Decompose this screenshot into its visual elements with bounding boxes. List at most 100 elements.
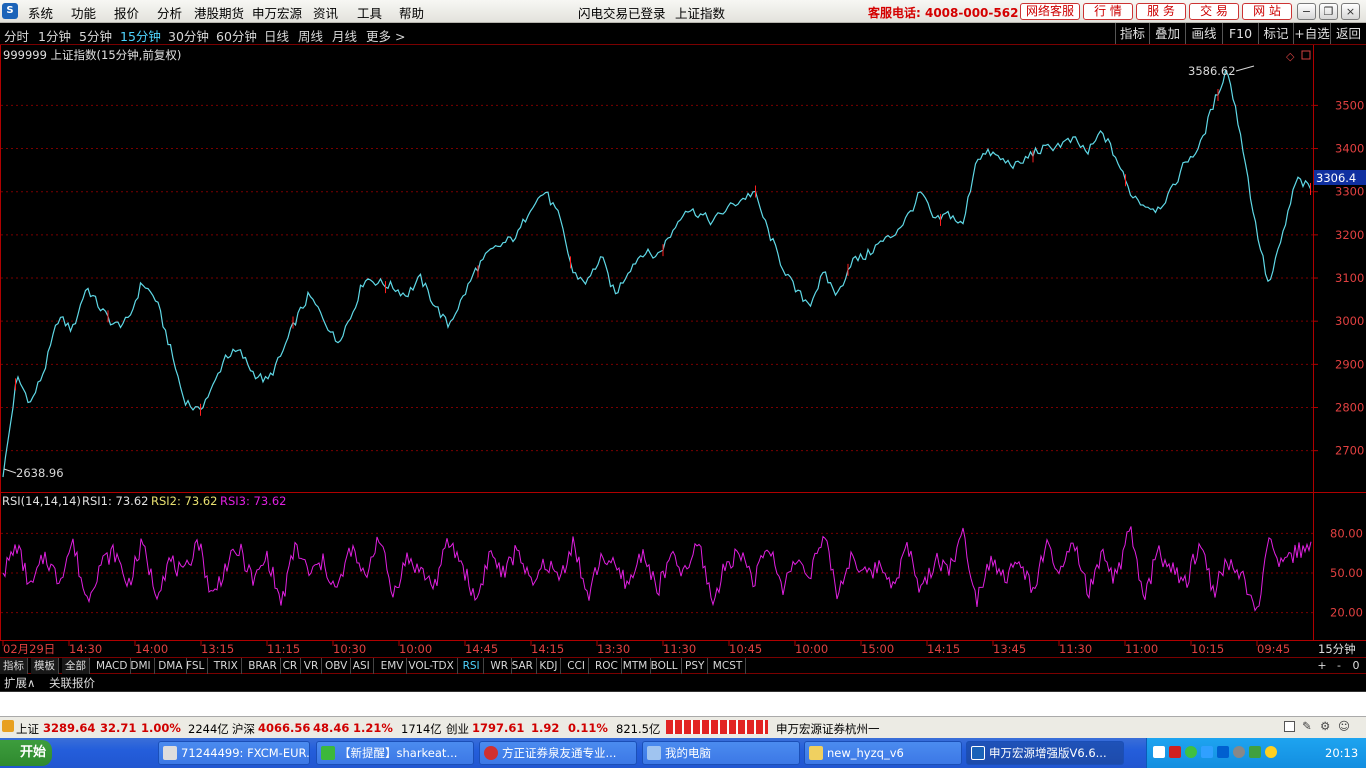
indicator-tab-vr[interactable]: VR xyxy=(301,658,323,674)
task-my-computer[interactable]: 我的电脑 xyxy=(642,741,800,765)
indicator-tab-rsi[interactable]: RSI xyxy=(460,658,484,674)
task-folder[interactable]: new_hyzq_v6 xyxy=(804,741,962,765)
time-label: 11:30 xyxy=(1059,642,1092,656)
menu-swhy[interactable]: 申万宏源 xyxy=(252,3,302,22)
menu-system[interactable]: 系统 xyxy=(28,3,53,22)
indicator-tab-vol-tdx[interactable]: VOL-TDX xyxy=(405,658,458,674)
market-button[interactable]: 行 情 xyxy=(1083,3,1133,20)
chart-area[interactable]: 2700 2800 2900 3000 3100 3200 3300 3400 3500 20.… xyxy=(0,45,1366,657)
bluetooth-icon[interactable] xyxy=(1217,746,1229,758)
f10-button[interactable]: F10 xyxy=(1222,23,1258,44)
speaker-icon[interactable] xyxy=(1233,746,1245,758)
draw-button[interactable]: 画线 xyxy=(1185,23,1222,44)
indicator-tab-emv[interactable]: EMV xyxy=(378,658,408,674)
service-button[interactable]: 服 务 xyxy=(1136,3,1186,20)
online-service-button[interactable]: 网络客服 xyxy=(1020,3,1080,20)
app-logo-icon: S xyxy=(2,3,18,19)
browser-tray-icon[interactable] xyxy=(1185,746,1197,758)
indicator-tab-roc[interactable]: ROC xyxy=(592,658,622,674)
broker-name: 申万宏源证券杭州一 xyxy=(776,722,880,736)
close-icon[interactable]: × xyxy=(1341,3,1360,20)
website-button[interactable]: 网 站 xyxy=(1242,3,1292,20)
mark-button[interactable]: 标记 xyxy=(1258,23,1293,44)
tf-monthly[interactable]: 月线 xyxy=(332,26,357,45)
menu-analysis[interactable]: 分析 xyxy=(157,3,182,22)
tf-15min[interactable]: 15分钟 xyxy=(120,26,161,45)
menu-quote[interactable]: 报价 xyxy=(114,3,139,22)
indicator-tab-brar[interactable]: BRAR xyxy=(245,658,281,674)
task-fxcm[interactable]: 71244499: FXCM-EUR... xyxy=(158,741,310,765)
time-label: 14:30 xyxy=(69,642,102,656)
menu-tools[interactable]: 工具 xyxy=(357,3,382,22)
tf-30min[interactable]: 30分钟 xyxy=(168,26,209,45)
tf-weekly[interactable]: 周线 xyxy=(298,26,323,45)
window-mode-icon[interactable] xyxy=(1284,721,1295,732)
diamond-marker-icon[interactable]: ◇ xyxy=(1286,50,1295,63)
indicator-tab-dmi[interactable]: DMI xyxy=(127,658,155,674)
start-label: 开始 xyxy=(20,745,47,760)
minimize-icon[interactable]: − xyxy=(1297,3,1316,20)
tf-more[interactable]: 更多 > xyxy=(366,26,405,45)
restore-icon[interactable]: ❐ xyxy=(1319,3,1338,20)
chart-canvas[interactable]: 2700 2800 2900 3000 3100 3200 3300 3400 3500 20.… xyxy=(0,45,1366,657)
task-founder[interactable]: 方正证券泉友通专业... xyxy=(479,741,637,765)
task-label: 方正证券泉友通专业... xyxy=(502,746,617,760)
indicator-tab-mcst[interactable]: MCST xyxy=(710,658,747,674)
tab-indicator[interactable]: 指标 xyxy=(0,658,28,674)
indicator-tab-kdj[interactable]: KDJ xyxy=(536,658,562,674)
price-tick-label: 3500 xyxy=(1335,98,1364,112)
time-label: 10:00 xyxy=(795,642,828,656)
menu-news[interactable]: 资讯 xyxy=(313,3,338,22)
related-quote-button[interactable]: 关联报价 xyxy=(49,675,95,691)
indicator-tab-asi[interactable]: ASI xyxy=(350,658,374,674)
indicator-tab-dma[interactable]: DMA xyxy=(155,658,187,674)
back-button[interactable]: 返回 xyxy=(1330,23,1366,44)
indicator-tab-obv[interactable]: OBV xyxy=(322,658,352,674)
tf-daily[interactable]: 日线 xyxy=(264,26,289,45)
reset-indicator-icon[interactable]: 0 xyxy=(1348,658,1364,674)
expand-button[interactable]: 扩展∧ xyxy=(4,675,35,691)
menu-bar: S 系统 功能 报价 分析 港股期货 申万宏源 资讯 工具 帮助 闪电交易已登录… xyxy=(0,0,1366,23)
indicator-tab-fsl[interactable]: FSL xyxy=(183,658,209,674)
time-label: 14:00 xyxy=(135,642,168,656)
update-icon[interactable] xyxy=(1265,746,1277,758)
sh-change: 32.71 xyxy=(100,721,137,735)
timeframe-toolbar: 分时 1分钟 5分钟 15分钟 30分钟 60分钟 日线 周线 月线 更多 > … xyxy=(0,23,1366,45)
flag-icon[interactable] xyxy=(1169,746,1181,758)
trade-button[interactable]: 交 易 xyxy=(1189,3,1239,20)
indicator-button[interactable]: 指标 xyxy=(1115,23,1149,44)
tf-1min[interactable]: 1分钟 xyxy=(38,26,71,45)
indicator-tab-cr[interactable]: CR xyxy=(280,658,302,674)
person-icon[interactable]: ☺ xyxy=(1338,719,1350,733)
network-icon[interactable] xyxy=(1201,746,1213,758)
keyboard-icon[interactable] xyxy=(1153,746,1165,758)
shield-icon[interactable] xyxy=(1249,746,1261,758)
max-price-label: 3586.62 xyxy=(1188,64,1236,78)
tab-template[interactable]: 模板 xyxy=(31,658,59,674)
start-button[interactable]: 开始 xyxy=(0,740,52,766)
tool-icon[interactable]: ✎ xyxy=(1302,719,1312,733)
menu-hk-futures[interactable]: 港股期货 xyxy=(194,3,244,22)
task-swhy[interactable]: 申万宏源增强版V6.6... xyxy=(966,741,1124,765)
indicator-tab-macd[interactable]: MACD xyxy=(93,658,132,674)
tf-60min[interactable]: 60分钟 xyxy=(216,26,257,45)
tab-all[interactable]: 全部 xyxy=(62,658,90,674)
menu-function[interactable]: 功能 xyxy=(71,3,96,22)
menu-help[interactable]: 帮助 xyxy=(399,3,424,22)
indicator-tab-sar[interactable]: SAR xyxy=(509,658,537,674)
task-sharkeat[interactable]: 【新提醒】sharkeat... xyxy=(316,741,474,765)
period-label: 15分钟 xyxy=(1318,642,1356,656)
indicator-tab-cci[interactable]: CCI xyxy=(564,658,589,674)
indicator-tab-trix[interactable]: TRIX xyxy=(211,658,242,674)
tf-5min[interactable]: 5分钟 xyxy=(79,26,112,45)
indicator-tab-boll[interactable]: BOLL xyxy=(648,658,682,674)
tf-intraday[interactable]: 分时 xyxy=(4,26,29,45)
add-indicator-icon[interactable]: + xyxy=(1314,658,1330,674)
overlay-button[interactable]: 叠加 xyxy=(1149,23,1185,44)
add-watchlist-button[interactable]: +自选 xyxy=(1293,23,1330,44)
time-label: 14:15 xyxy=(531,642,564,656)
settings-icon[interactable]: ⚙ xyxy=(1320,719,1330,733)
indicator-tab-psy[interactable]: PSY xyxy=(682,658,709,674)
remove-indicator-icon[interactable]: - xyxy=(1331,658,1347,674)
rsi-tick-label: 20.00 xyxy=(1330,606,1363,620)
